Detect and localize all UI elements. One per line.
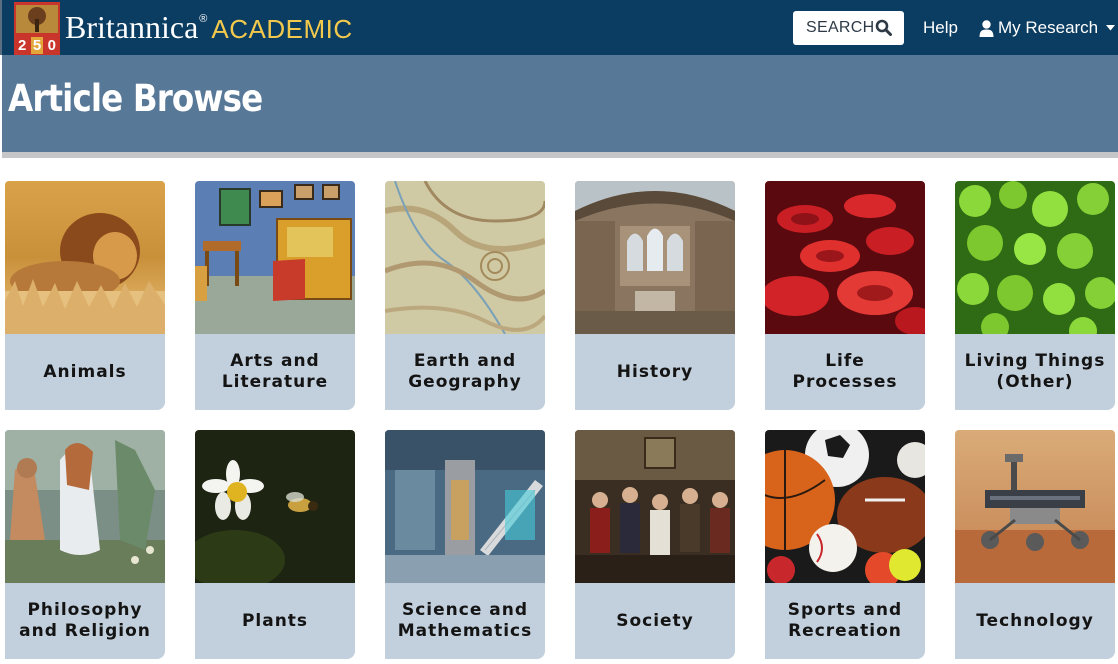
society-image (575, 430, 735, 583)
top-navigation-bar: 2 5 0 Britannica ® ACADEMIC SEARCH Help … (0, 0, 1118, 55)
category-tile-technology[interactable]: Technology (955, 430, 1115, 659)
category-label: Sports and Recreation (765, 583, 925, 659)
history-image (575, 181, 735, 334)
caret-down-icon (1106, 25, 1116, 31)
search-button-label: SEARCH (806, 19, 875, 36)
thistle-emblem-icon (16, 5, 58, 33)
category-label: Animals (5, 334, 165, 410)
category-label: Earth and Geography (385, 334, 545, 410)
category-label: Society (575, 583, 735, 659)
category-tile-arts-and-literature[interactable]: Arts and Literature (195, 181, 355, 410)
category-tile-living-things-other[interactable]: Living Things (Other) (955, 181, 1115, 410)
brand-name: Britannica (65, 9, 199, 45)
category-tile-science-and-mathematics[interactable]: Science and Mathematics (385, 430, 545, 659)
logo-digit: 2 (18, 37, 27, 54)
logo-250-badge: 2 5 0 (16, 37, 58, 54)
brand-subtitle: ACADEMIC (211, 14, 353, 44)
life-processes-image (765, 181, 925, 334)
britannica-250-logo[interactable]: 2 5 0 (14, 2, 60, 55)
my-research-menu[interactable]: My Research (979, 17, 1116, 39)
category-label: Living Things (Other) (955, 334, 1115, 410)
logo-digit: 0 (47, 37, 56, 54)
logo-digit: 5 (30, 37, 44, 54)
living-things-image (955, 181, 1115, 334)
technology-image (955, 430, 1115, 583)
category-label: History (575, 334, 735, 410)
category-label: Plants (195, 583, 355, 659)
category-tile-sports-and-recreation[interactable]: Sports and Recreation (765, 430, 925, 659)
category-label: Science and Mathematics (385, 583, 545, 659)
brand-wordmark[interactable]: Britannica ® ACADEMIC (65, 9, 353, 49)
page-header: Article Browse (2, 55, 1118, 152)
category-tile-animals[interactable]: Animals (5, 181, 165, 410)
page-title: Article Browse (8, 77, 263, 120)
category-tile-philosophy-and-religion[interactable]: Philosophy and Religion (5, 430, 165, 659)
my-research-label: My Research (998, 18, 1099, 37)
help-link[interactable]: Help (923, 18, 958, 38)
science-and-mathematics-image (385, 430, 545, 583)
sports-and-recreation-image (765, 430, 925, 583)
brand-registered-mark: ® (199, 13, 208, 25)
user-icon (979, 19, 994, 37)
earth-and-geography-image (385, 181, 545, 334)
plants-image (195, 430, 355, 583)
category-label: Technology (955, 583, 1115, 659)
category-tile-plants[interactable]: Plants (195, 430, 355, 659)
arts-and-literature-image (195, 181, 355, 334)
search-button[interactable]: SEARCH (793, 11, 904, 45)
category-tile-earth-and-geography[interactable]: Earth and Geography (385, 181, 545, 410)
category-tile-history[interactable]: History (575, 181, 735, 410)
header-divider (2, 152, 1118, 158)
category-label: Life Processes (765, 334, 925, 410)
philosophy-and-religion-image (5, 430, 165, 583)
search-icon (875, 19, 892, 36)
category-label: Philosophy and Religion (5, 583, 165, 659)
animals-image (5, 181, 165, 334)
category-tile-life-processes[interactable]: Life Processes (765, 181, 925, 410)
category-tile-society[interactable]: Society (575, 430, 735, 659)
category-label: Arts and Literature (195, 334, 355, 410)
